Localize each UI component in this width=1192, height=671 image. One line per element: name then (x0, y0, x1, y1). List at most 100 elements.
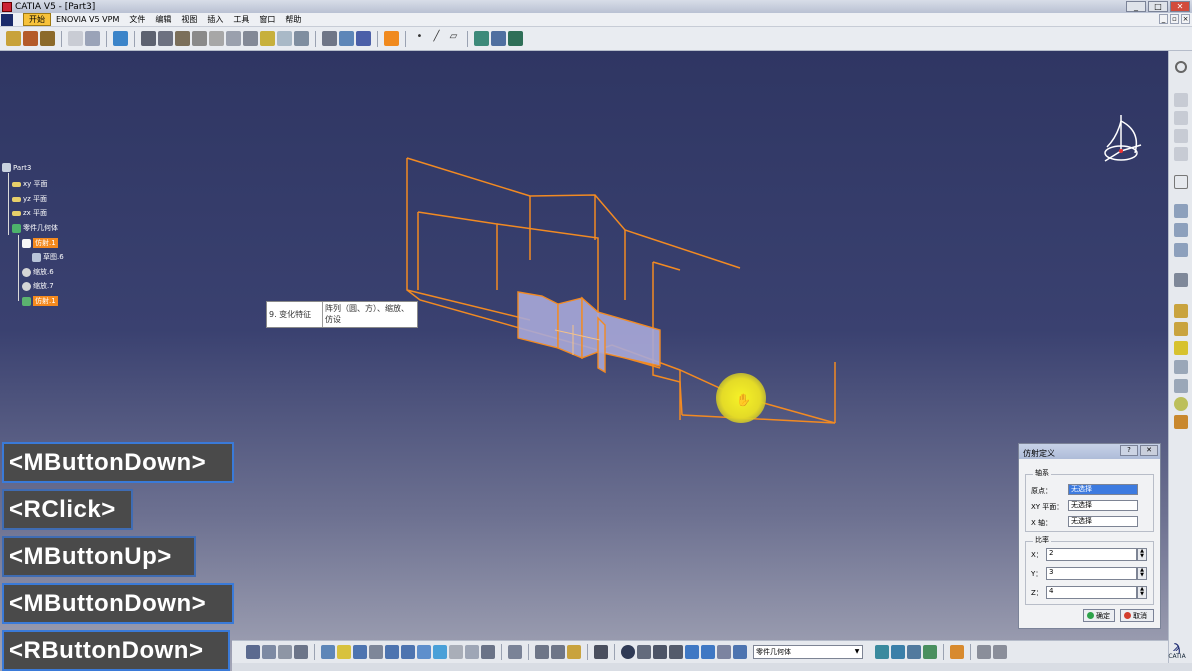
shaft-icon[interactable] (175, 31, 190, 46)
surface-icon[interactable] (1174, 360, 1188, 374)
zoom-in-icon[interactable] (385, 645, 399, 659)
tool-icon[interactable] (535, 645, 549, 659)
y-ratio-input[interactable]: 3 (1046, 567, 1137, 580)
compass-icon[interactable] (1097, 111, 1145, 165)
cut-icon[interactable] (68, 31, 83, 46)
tool-icon[interactable] (567, 645, 581, 659)
apply-material-icon[interactable] (508, 31, 523, 46)
tree-item-yz-plane[interactable]: yz 平面 (12, 194, 47, 204)
tool-icon[interactable] (278, 645, 292, 659)
hide-show-icon[interactable] (465, 645, 479, 659)
sketcher-icon[interactable] (113, 31, 128, 46)
iso-view-icon[interactable] (433, 645, 447, 659)
menu-view[interactable]: 视图 (176, 14, 202, 25)
tool-icon[interactable] (685, 645, 699, 659)
tool-icon[interactable] (875, 645, 889, 659)
swap-space-icon[interactable] (481, 645, 495, 659)
dialog-help-button[interactable]: ? (1120, 445, 1138, 456)
tool-icon[interactable] (977, 645, 991, 659)
line-icon[interactable]: ╱ (429, 31, 444, 46)
minimize-button[interactable]: _ (1126, 1, 1146, 12)
camera-icon[interactable] (594, 645, 608, 659)
solid-icon[interactable] (1174, 304, 1188, 318)
globe-icon[interactable] (1174, 397, 1188, 411)
origin-field[interactable]: 无选择 (1068, 484, 1138, 495)
tool-icon[interactable] (669, 645, 683, 659)
x-ratio-spinner[interactable]: ▲ ▼ (1137, 548, 1147, 561)
groove-icon[interactable] (192, 31, 207, 46)
doc-close-button[interactable]: × (1181, 14, 1190, 24)
toolbar-icon[interactable] (1174, 129, 1188, 143)
tree-item-affinity-selected[interactable]: 仿射.1 (22, 238, 58, 248)
point-icon[interactable]: • (412, 31, 427, 46)
fit-all-icon[interactable] (337, 645, 351, 659)
axis-icon[interactable] (653, 645, 667, 659)
menu-edit[interactable]: 编辑 (150, 14, 176, 25)
normal-view-icon[interactable] (417, 645, 431, 659)
tool-icon[interactable] (262, 645, 276, 659)
toolbar-icon[interactable] (1174, 204, 1188, 218)
tool-icon[interactable] (993, 645, 1007, 659)
scaling-icon[interactable] (384, 31, 399, 46)
tool-icon[interactable] (551, 645, 565, 659)
part-design-icon[interactable] (6, 31, 21, 46)
pan-icon[interactable] (353, 645, 367, 659)
tool-icon[interactable] (950, 645, 964, 659)
slot-icon[interactable] (243, 31, 258, 46)
update-icon[interactable] (508, 645, 522, 659)
z-ratio-spinner[interactable]: ▲ ▼ (1137, 586, 1147, 599)
tool-icon[interactable] (923, 645, 937, 659)
solid-icon[interactable] (1174, 341, 1188, 355)
pad-icon[interactable] (141, 31, 156, 46)
tool-icon[interactable] (717, 645, 731, 659)
menu-insert[interactable]: 插入 (202, 14, 228, 25)
tool-icon[interactable] (246, 645, 260, 659)
tool-icon[interactable] (637, 645, 651, 659)
doc-minimize-button[interactable]: _ (1159, 14, 1168, 24)
tool-icon[interactable] (907, 645, 921, 659)
paste-icon[interactable] (85, 31, 100, 46)
pocket-icon[interactable] (158, 31, 173, 46)
mirror-icon[interactable] (339, 31, 354, 46)
select-arrow-icon[interactable] (1174, 175, 1188, 189)
menu-help[interactable]: 帮助 (280, 14, 306, 25)
tool-icon[interactable] (621, 645, 635, 659)
doc-restore-button[interactable]: ▫ (1170, 14, 1179, 24)
xy-plane-field[interactable]: 无选择 (1068, 500, 1138, 511)
cancel-button[interactable]: 取消 (1120, 609, 1154, 622)
tree-item-scaling-6[interactable]: 缩放.6 (22, 267, 54, 277)
body-select-dropdown[interactable]: 零件几何体 ▼ (753, 645, 863, 659)
toolbar-icon[interactable] (1174, 223, 1188, 237)
shading-icon[interactable] (449, 645, 463, 659)
solid-icon[interactable] (1174, 322, 1188, 336)
toolbar-icon[interactable] (1174, 243, 1188, 257)
tree-item-zx-plane[interactable]: zx 平面 (12, 208, 47, 218)
maximize-button[interactable]: □ (1148, 1, 1168, 12)
tool-icon[interactable] (294, 645, 308, 659)
menu-tools[interactable]: 工具 (228, 14, 254, 25)
toolbar-icon[interactable] (1174, 147, 1188, 161)
tool-icon[interactable] (891, 645, 905, 659)
menu-window[interactable]: 窗口 (254, 14, 280, 25)
y-ratio-spinner[interactable]: ▲ ▼ (1137, 567, 1147, 580)
menu-enovia[interactable]: ENOVIA V5 VPM (51, 15, 124, 24)
toolbar-icon[interactable] (1174, 93, 1188, 107)
3d-viewport[interactable]: Part3 xy 平面 yz 平面 zx 平面 零件几何体 仿射.1 草图.6 (0, 51, 1168, 671)
fillet-icon[interactable] (260, 31, 275, 46)
translate-icon[interactable] (322, 31, 337, 46)
rotate-icon[interactable] (369, 645, 383, 659)
draft-icon[interactable] (277, 31, 292, 46)
tree-item-affinity-current[interactable]: 仿射.1 (22, 296, 58, 306)
tool-icon[interactable] (701, 645, 715, 659)
ok-button[interactable]: 确定 (1083, 609, 1115, 622)
measure-icon[interactable] (474, 31, 489, 46)
surface-icon[interactable] (1174, 379, 1188, 393)
pattern-icon[interactable] (356, 31, 371, 46)
zoom-out-icon[interactable] (401, 645, 415, 659)
catia-doc-icon[interactable] (1, 13, 13, 26)
tree-item-sketch[interactable]: 草图.6 (32, 252, 64, 262)
close-button[interactable]: ✕ (1170, 1, 1190, 12)
gear-icon[interactable] (1175, 61, 1187, 73)
tree-item-xy-plane[interactable]: xy 平面 (12, 179, 48, 189)
fly-icon[interactable] (321, 645, 335, 659)
